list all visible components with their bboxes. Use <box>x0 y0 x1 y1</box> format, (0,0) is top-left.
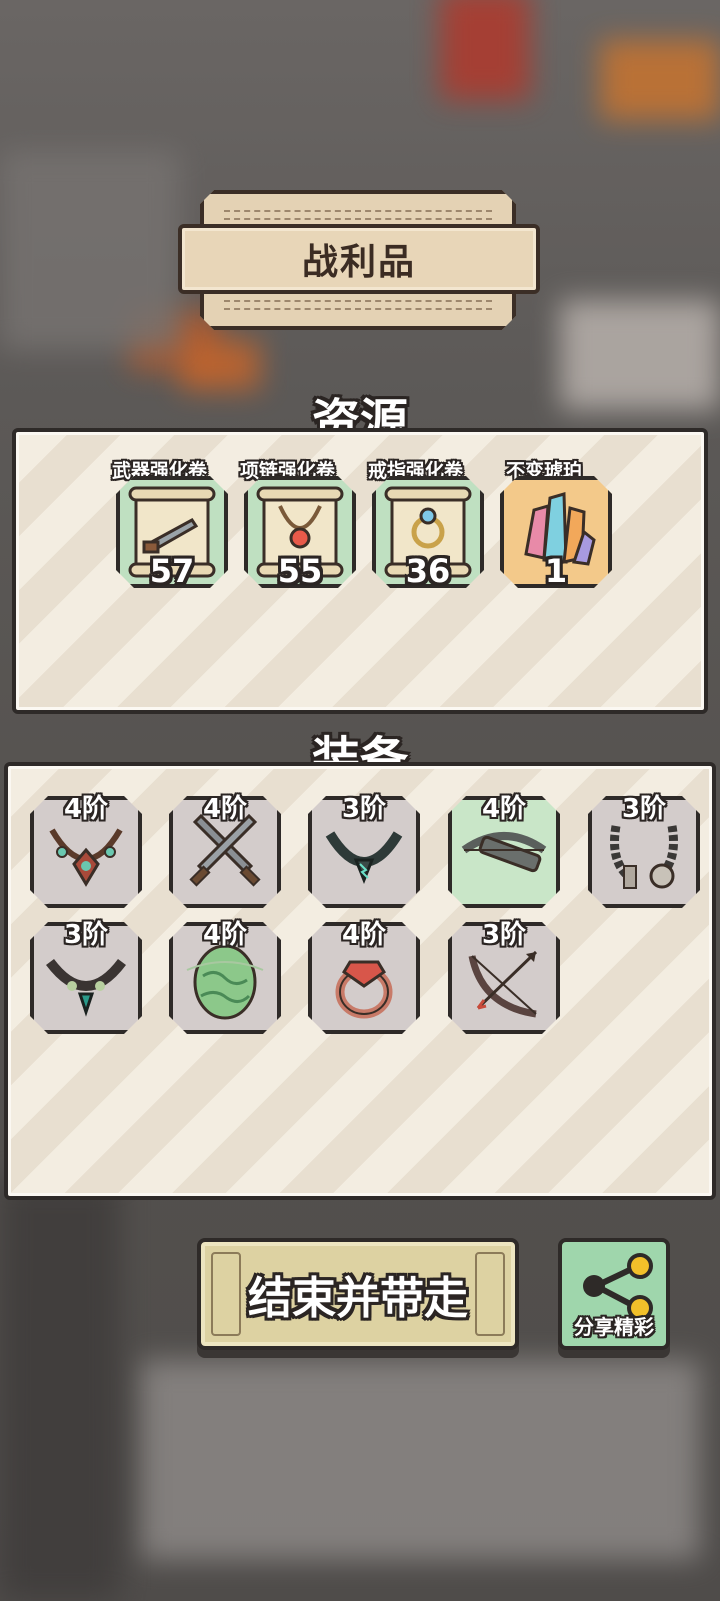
equipment-item[interactable]: 4阶 <box>448 794 560 908</box>
resource-slot[interactable]: 57 <box>116 476 228 588</box>
resource-slot[interactable]: 36 <box>372 476 484 588</box>
equipment-panel: 4阶 4阶 3阶 4阶 3阶 3阶 4阶 4阶 3阶 <box>4 762 716 1200</box>
button-ornament <box>475 1252 505 1336</box>
tier-label: 3阶 <box>621 794 667 824</box>
equipment-item[interactable]: 4阶 <box>308 920 420 1034</box>
equipment-item[interactable]: 3阶 <box>448 920 560 1034</box>
title-banner: 战利品 <box>178 190 540 330</box>
page-title: 战利品 <box>301 242 416 283</box>
tier-label: 4阶 <box>341 920 387 950</box>
resource-count: 36 <box>405 552 451 590</box>
tier-label: 4阶 <box>481 794 527 824</box>
resource-slot[interactable]: 1 <box>500 476 612 588</box>
banner-stripe <box>224 300 492 310</box>
end-and-take-label: 结束并带走 <box>248 1273 468 1324</box>
banner-stripe <box>224 210 492 220</box>
tier-label: 3阶 <box>481 920 527 950</box>
equipment-item[interactable]: 3阶 <box>308 794 420 908</box>
tier-label: 3阶 <box>341 794 387 824</box>
tier-label: 4阶 <box>202 920 248 950</box>
resource-slot[interactable]: 55 <box>244 476 356 588</box>
button-ornament <box>211 1252 241 1336</box>
share-label: 分享精彩 <box>574 1315 654 1339</box>
tier-label: 4阶 <box>202 794 248 824</box>
tier-label: 3阶 <box>63 920 109 950</box>
resources-panel: 武器强化卷 57 项链强化卷 55 戒指强化卷 36 不变琥珀 1 <box>12 428 708 714</box>
equipment-item[interactable]: 4阶 <box>30 794 142 908</box>
share-button[interactable]: 分享精彩 <box>558 1238 670 1350</box>
end-and-take-button[interactable]: 结束并带走 <box>197 1238 519 1350</box>
resource-count: 57 <box>149 552 195 590</box>
banner-front: 战利品 <box>178 224 540 294</box>
equipment-item[interactable]: 4阶 <box>169 920 281 1034</box>
equipment-item[interactable]: 3阶 <box>588 794 700 908</box>
resource-count: 55 <box>277 552 323 590</box>
equipment-item[interactable]: 4阶 <box>169 794 281 908</box>
tier-label: 4阶 <box>63 794 109 824</box>
equipment-item[interactable]: 3阶 <box>30 920 142 1034</box>
resource-count: 1 <box>544 552 568 590</box>
